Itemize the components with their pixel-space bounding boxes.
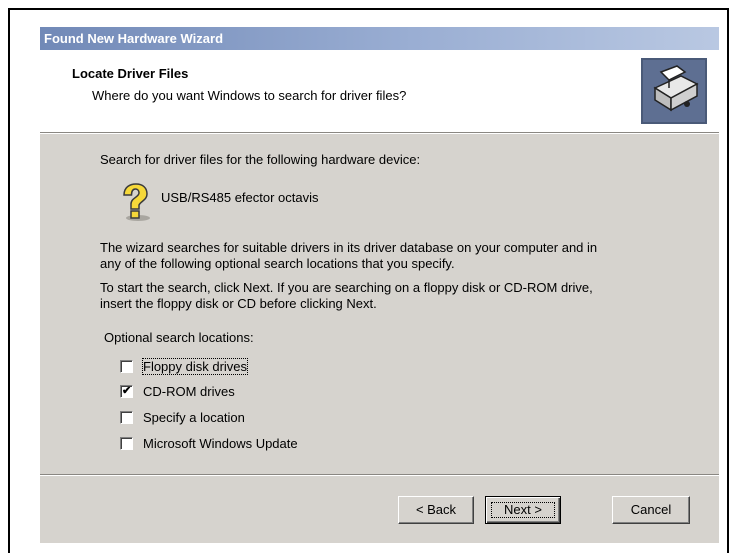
title-bar: Found New Hardware Wizard <box>40 27 719 50</box>
unknown-device-question-icon <box>123 183 150 221</box>
specify-location-checkbox-label[interactable]: Specify a location <box>143 410 245 425</box>
header-subtitle: Where do you want Windows to search for … <box>92 88 407 103</box>
floppy-checkbox[interactable] <box>120 359 133 373</box>
option-specify-location[interactable]: Specify a location <box>120 407 245 427</box>
cd-rom-checkbox-label[interactable]: CD-ROM drives <box>143 384 235 399</box>
option-cd-rom-drives[interactable]: ✔ CD-ROM drives <box>120 381 235 401</box>
wizard-window: Found New Hardware Wizard Locate Driver … <box>40 27 719 543</box>
intro-text: Search for driver files for the followin… <box>100 152 421 167</box>
cancel-button[interactable]: Cancel <box>612 496 690 524</box>
optional-locations-label: Optional search locations: <box>104 330 254 345</box>
windows-update-checkbox-label[interactable]: Microsoft Windows Update <box>143 436 298 451</box>
footer-divider-highlight <box>40 475 719 476</box>
header-divider-highlight <box>40 133 719 134</box>
back-button[interactable]: < Back <box>398 496 474 524</box>
floppy-checkbox-label[interactable]: Floppy disk drives <box>141 357 249 375</box>
option-floppy-disk-drives[interactable]: Floppy disk drives <box>120 356 249 376</box>
instruction-line-1: To start the search, click Next. If you … <box>100 280 593 295</box>
wizard-header: Locate Driver Files Where do you want Wi… <box>40 50 719 132</box>
header-title: Locate Driver Files <box>72 66 189 81</box>
description-line-2: any of the following optional search loc… <box>100 256 455 271</box>
specify-location-checkbox[interactable] <box>120 410 133 424</box>
option-windows-update[interactable]: Microsoft Windows Update <box>120 433 298 453</box>
next-button-label: Next > <box>486 497 560 523</box>
checkmark-icon: ✔ <box>122 384 132 397</box>
device-name: USB/RS485 efector octavis <box>161 190 319 205</box>
windows-update-checkbox[interactable] <box>120 436 133 450</box>
description-line-1: The wizard searches for suitable drivers… <box>100 240 598 255</box>
hardware-wizard-icon <box>641 58 707 124</box>
next-button[interactable]: Next > <box>485 496 561 524</box>
cd-rom-checkbox[interactable]: ✔ <box>120 384 133 398</box>
instruction-line-2: insert the floppy disk or CD before clic… <box>100 296 377 311</box>
